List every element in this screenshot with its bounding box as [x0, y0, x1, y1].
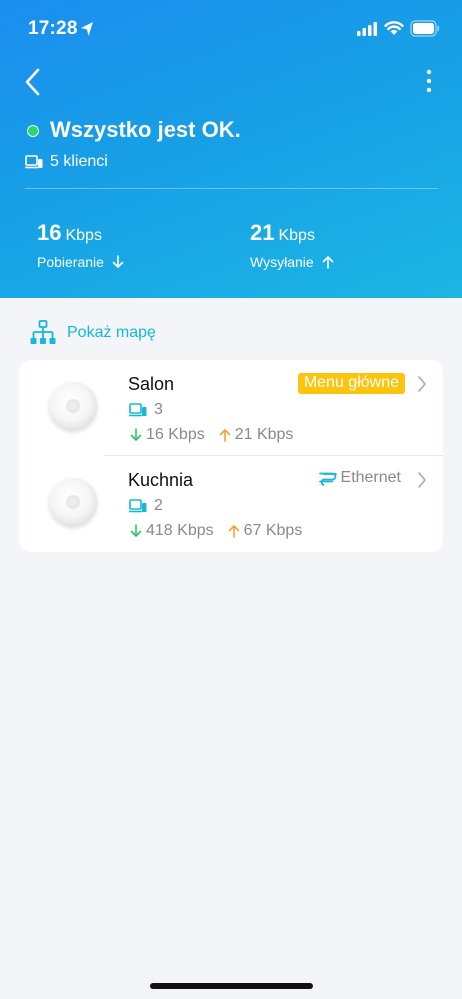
device-clients-count: 3 [154, 401, 163, 418]
header: 17:28 Wszystko jest OK. 5 klienci 16 Kbp… [0, 0, 462, 298]
device-download-speed: 16 Kbps [146, 426, 205, 443]
back-button[interactable] [20, 64, 48, 100]
arrow-down-icon [130, 428, 142, 441]
show-map-link[interactable]: Pokaż mapę [30, 318, 156, 348]
upload-caption: Wysyłanie [250, 254, 314, 270]
upload-value: 21 [250, 220, 275, 245]
laptop-icon [129, 499, 147, 513]
arrow-up-icon [322, 256, 333, 269]
network-map-icon [30, 320, 56, 344]
laptop-icon [129, 403, 147, 417]
status-bar: 17:28 [0, 0, 462, 56]
device-row-salon[interactable]: Salon Menu główne 3 16 Kbps 21 Kbps [19, 360, 443, 456]
arrow-up-icon [219, 429, 231, 442]
arrow-up-icon [228, 525, 239, 538]
status-dot [27, 125, 39, 137]
chevron-right-icon [418, 472, 426, 488]
device-traffic: 418 Kbps 67 Kbps [130, 522, 302, 540]
device-traffic: 16 Kbps 21 Kbps [130, 426, 293, 444]
device-upload-speed: 21 Kbps [234, 426, 294, 443]
home-indicator[interactable] [150, 983, 313, 989]
location-arrow-icon [81, 22, 93, 36]
ethernet-icon [318, 472, 337, 486]
download-stat: 16 Kbps Pobieranie [37, 220, 124, 270]
device-list: Salon Menu główne 3 16 Kbps 21 Kbps Kuch… [19, 360, 443, 552]
device-upload-speed: 67 Kbps [243, 522, 303, 539]
wifi-icon [384, 21, 404, 35]
device-clients-count: 2 [154, 497, 163, 514]
connection-type: Ethernet [318, 469, 401, 487]
chevron-right-icon [418, 376, 426, 392]
connection-type-label: Ethernet [340, 469, 401, 486]
device-row-kuchnia[interactable]: Kuchnia Ethernet 2 418 Kbps 67 Kbps [19, 456, 443, 552]
arrow-down-icon [130, 524, 142, 537]
download-unit: Kbps [65, 227, 102, 244]
more-options-button[interactable] [418, 66, 440, 100]
deco-device-image [49, 478, 97, 526]
main-router-badge: Menu główne [297, 373, 405, 394]
clients-count-label: 5 klienci [50, 153, 108, 170]
signal-icon [357, 22, 377, 36]
laptop-icon [25, 155, 43, 169]
upload-unit: Kbps [278, 227, 315, 244]
upload-stat: 21 Kbps Wysyłanie [250, 220, 334, 270]
show-map-label: Pokaż mapę [67, 324, 156, 341]
download-value: 16 [37, 220, 62, 245]
deco-device-image [49, 382, 97, 430]
battery-icon [410, 20, 440, 37]
device-name: Kuchnia [128, 470, 194, 490]
arrow-down-icon [112, 255, 124, 268]
status-title: Wszystko jest OK. [50, 117, 241, 142]
status-time: 17:28 [28, 18, 78, 39]
header-divider [25, 188, 438, 189]
device-download-speed: 418 Kbps [146, 522, 214, 539]
device-name: Salon [128, 374, 175, 394]
download-caption: Pobieranie [37, 254, 104, 270]
